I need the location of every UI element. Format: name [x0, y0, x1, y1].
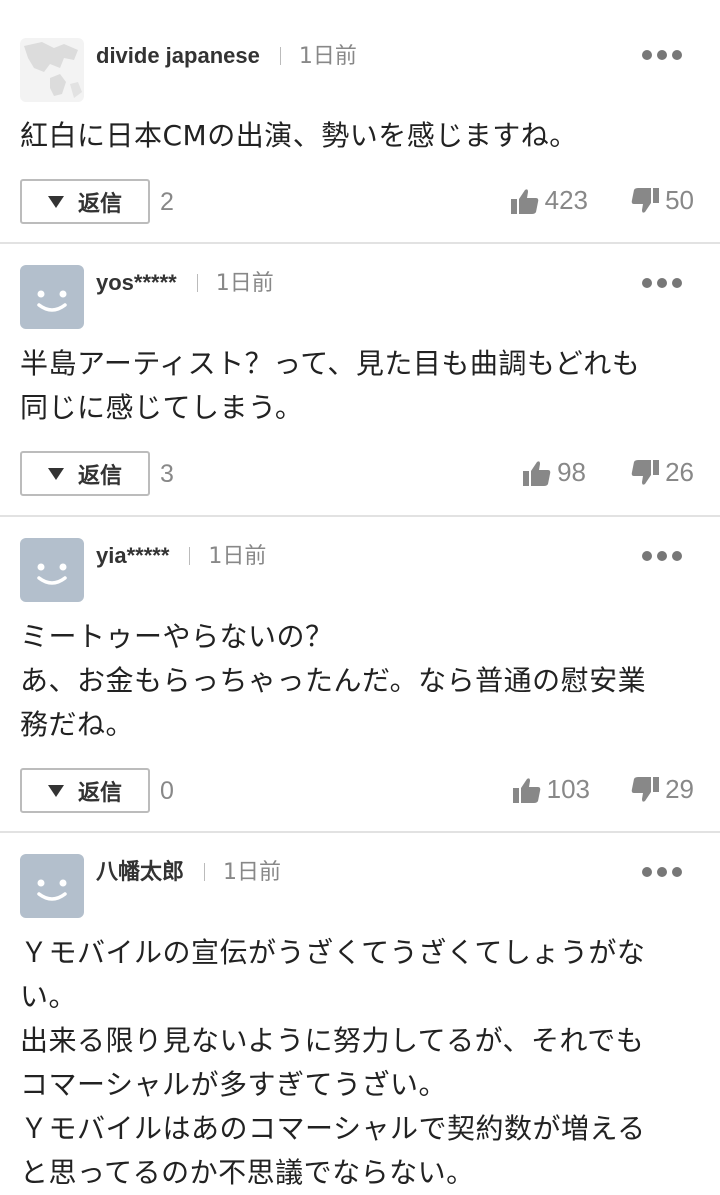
reply-button[interactable]: 返信 — [20, 768, 150, 813]
thumbs-down-icon — [631, 187, 660, 213]
more-options-icon[interactable] — [642, 865, 682, 879]
comment-line: Ｙモバイルはあのコマーシャルで契約数が増える — [20, 1112, 646, 1145]
triangle-down-icon — [47, 195, 64, 208]
more-options-icon[interactable] — [642, 276, 682, 290]
comment-text: Ｙモバイルの宣伝がうざくてうざくてしょうがな い。 出来る限り見ないように努力し… — [20, 931, 690, 1195]
comment-line: Ｙモバイルの宣伝がうざくてうざくてしょうがな — [20, 936, 646, 969]
like-button[interactable]: 423 — [510, 185, 588, 216]
comment-line: 半島アーティスト？って、見た目も曲調もどれも — [20, 347, 641, 380]
timestamp: 1日前 — [208, 544, 267, 569]
comment-username-line: 八幡太郎 1日前 — [96, 854, 281, 886]
reply-label: 返信 — [77, 463, 122, 489]
comment-text: 紅白に日本CMの出演、勢いを感じますね。 — [20, 114, 690, 158]
comment-text: ミートゥーやらないの？ あ、お金もらっちゃったんだ。なら普通の慰安業 務だね。 — [20, 615, 690, 747]
thumbs-down-icon — [631, 776, 660, 802]
triangle-down-icon — [47, 467, 64, 480]
thumbs-down-icon — [631, 459, 660, 485]
reply-count: 0 — [160, 777, 174, 805]
comment-line: と思ってるのか不思議でならない。 — [20, 1156, 475, 1189]
comment-line: い。 — [20, 980, 78, 1013]
divider — [189, 547, 191, 565]
reply-button[interactable]: 返信 — [20, 451, 150, 496]
like-count: 103 — [546, 774, 590, 804]
comment-username-line: divide japanese 1日前 — [96, 38, 357, 70]
comment-item: divide japanese 1日前 紅白に日本CMの出演、勢いを感じますね。 … — [0, 0, 720, 244]
reply-count: 3 — [160, 460, 174, 488]
like-button[interactable]: 103 — [512, 774, 590, 805]
like-count: 98 — [557, 457, 586, 487]
like-count: 423 — [544, 185, 588, 215]
comment-item: yia***** 1日前 ミートゥーやらないの？ あ、お金もらっちゃったんだ。なら… — [0, 517, 720, 833]
dislike-count: 26 — [665, 457, 694, 487]
divider — [196, 274, 198, 292]
more-options-icon[interactable] — [642, 48, 682, 62]
reply-label: 返信 — [77, 191, 122, 217]
smiley-avatar[interactable] — [20, 854, 84, 918]
smiley-avatar[interactable] — [20, 265, 84, 329]
comment-line: あ、お金もらっちゃったんだ。なら普通の慰安業 — [20, 664, 647, 697]
comment-line: 出来る限り見ないように努力してるが、それでも — [20, 1024, 645, 1057]
thumbs-up-icon — [510, 188, 538, 214]
thumbs-up-icon — [512, 777, 540, 803]
comment-item: yos***** 1日前 半島アーティスト？って、見た目も曲調もどれも 同じに感じ… — [0, 244, 720, 517]
comment-item: 八幡太郎 1日前 Ｙモバイルの宣伝がうざくてうざくてしょうがな い。 出来る限り見… — [0, 833, 720, 1189]
username[interactable]: divide japanese — [96, 43, 260, 68]
dislike-button[interactable]: 26 — [631, 457, 694, 488]
timestamp: 1日前 — [298, 44, 357, 69]
dislike-button[interactable]: 29 — [631, 774, 694, 805]
divider — [279, 47, 281, 65]
triangle-down-icon — [47, 784, 64, 797]
comment-line: 紅白に日本CMの出演、勢いを感じますね。 — [20, 119, 578, 152]
reply-button[interactable]: 返信 — [20, 179, 150, 224]
comment-line: ミートゥーやらないの？ — [20, 620, 334, 653]
divider — [204, 863, 206, 881]
reply-label: 返信 — [77, 780, 122, 806]
username[interactable]: 八幡太郎 — [96, 859, 184, 884]
username[interactable]: yia***** — [96, 543, 169, 568]
comment-line: 務だね。 — [20, 708, 135, 741]
more-options-icon[interactable] — [642, 549, 682, 563]
comment-username-line: yia***** 1日前 — [96, 538, 266, 570]
reply-count: 2 — [160, 188, 174, 216]
username[interactable]: yos***** — [96, 270, 177, 295]
dislike-count: 29 — [665, 774, 694, 804]
timestamp: 1日前 — [215, 271, 274, 296]
comment-username-line: yos***** 1日前 — [96, 265, 274, 297]
world-map-avatar[interactable] — [20, 38, 84, 102]
like-button[interactable]: 98 — [523, 457, 586, 488]
dislike-count: 50 — [665, 185, 694, 215]
comment-line: コマーシャルが多すぎてうざい。 — [20, 1068, 447, 1101]
comment-line: 同じに感じてしまう。 — [20, 391, 304, 424]
timestamp: 1日前 — [223, 860, 282, 885]
comment-text: 半島アーティスト？って、見た目も曲調もどれも 同じに感じてしまう。 — [20, 342, 690, 430]
smiley-avatar[interactable] — [20, 538, 84, 602]
dislike-button[interactable]: 50 — [631, 185, 694, 216]
thumbs-up-icon — [523, 460, 551, 486]
